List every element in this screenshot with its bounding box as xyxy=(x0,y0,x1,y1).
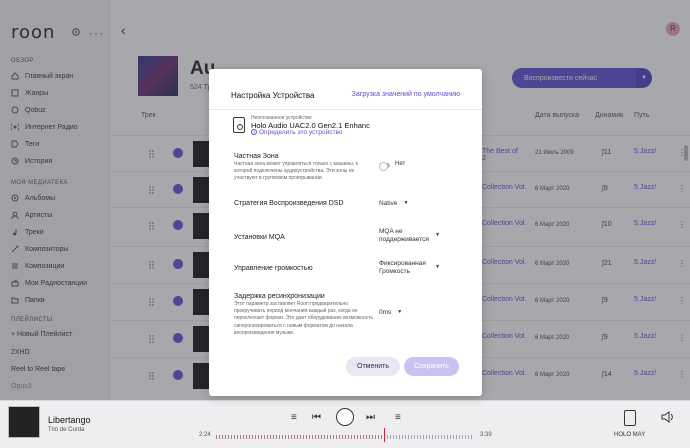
resync-delay-label: Задержка ресинхронизации xyxy=(234,293,325,300)
zone-name[interactable]: HOLO MAY xyxy=(614,432,645,438)
resync-delay-description: Этот параметр заставляет Roon предварите… xyxy=(234,301,374,336)
mqa-settings-select[interactable]: MQA не поддерживается xyxy=(379,228,429,244)
chevron-down-icon[interactable]: ▼ xyxy=(435,232,440,238)
resync-delay-select[interactable]: 0ms ▼ xyxy=(379,308,402,317)
seek-cursor[interactable] xyxy=(384,428,385,442)
next-icon[interactable]: ⏭ xyxy=(366,412,375,423)
volume-control-select[interactable]: Фиксированная Громкость xyxy=(379,260,426,276)
shuffle-icon[interactable]: ≡ xyxy=(291,412,297,423)
identify-device-link[interactable]: ? Определить это устройство xyxy=(251,129,342,136)
private-zone-label: Частная Зона xyxy=(234,153,279,160)
previous-icon[interactable]: ⏮ xyxy=(312,412,321,423)
chevron-down-icon: ▼ xyxy=(397,309,403,315)
speaker-device-icon xyxy=(233,117,245,133)
duration-time: 3:39 xyxy=(480,432,492,438)
device-setup-dialog: Настройка Устройства Загрузка значений п… xyxy=(209,69,482,396)
private-zone-toggle[interactable] xyxy=(379,162,390,171)
seek-bar-played xyxy=(216,435,384,439)
zone-device-icon[interactable] xyxy=(624,410,636,426)
now-playing-title[interactable]: Libertango xyxy=(48,415,91,425)
dsd-strategy-select[interactable]: Native ▼ xyxy=(379,199,408,208)
dsd-strategy-label: Стратегия Воспроизведения DSD xyxy=(234,200,344,207)
save-button[interactable]: Сохранить xyxy=(404,357,459,376)
chevron-down-icon: ▼ xyxy=(403,200,409,206)
divider xyxy=(209,109,482,110)
load-defaults-link[interactable]: Загрузка значений по умолчанию xyxy=(352,91,460,98)
dialog-title: Настройка Устройства xyxy=(231,91,315,100)
play-pause-button[interactable] xyxy=(336,408,354,426)
private-zone-description: Частная зона может управляться только с … xyxy=(234,161,358,182)
help-icon: ? xyxy=(251,129,257,135)
private-zone-value: Нет xyxy=(395,161,406,167)
queue-icon[interactable]: ≡ xyxy=(395,412,401,423)
elapsed-time: 2:24 xyxy=(199,432,211,438)
mqa-settings-label: Установки MQA xyxy=(234,234,285,241)
volume-control-label: Управление громкостью xyxy=(234,265,313,272)
now-playing-artist[interactable]: Trio de Curda xyxy=(48,427,84,433)
chevron-down-icon[interactable]: ▼ xyxy=(435,264,440,270)
now-playing-art[interactable] xyxy=(8,406,40,438)
cancel-button[interactable]: Отменить xyxy=(346,357,400,376)
volume-icon[interactable] xyxy=(660,410,676,424)
